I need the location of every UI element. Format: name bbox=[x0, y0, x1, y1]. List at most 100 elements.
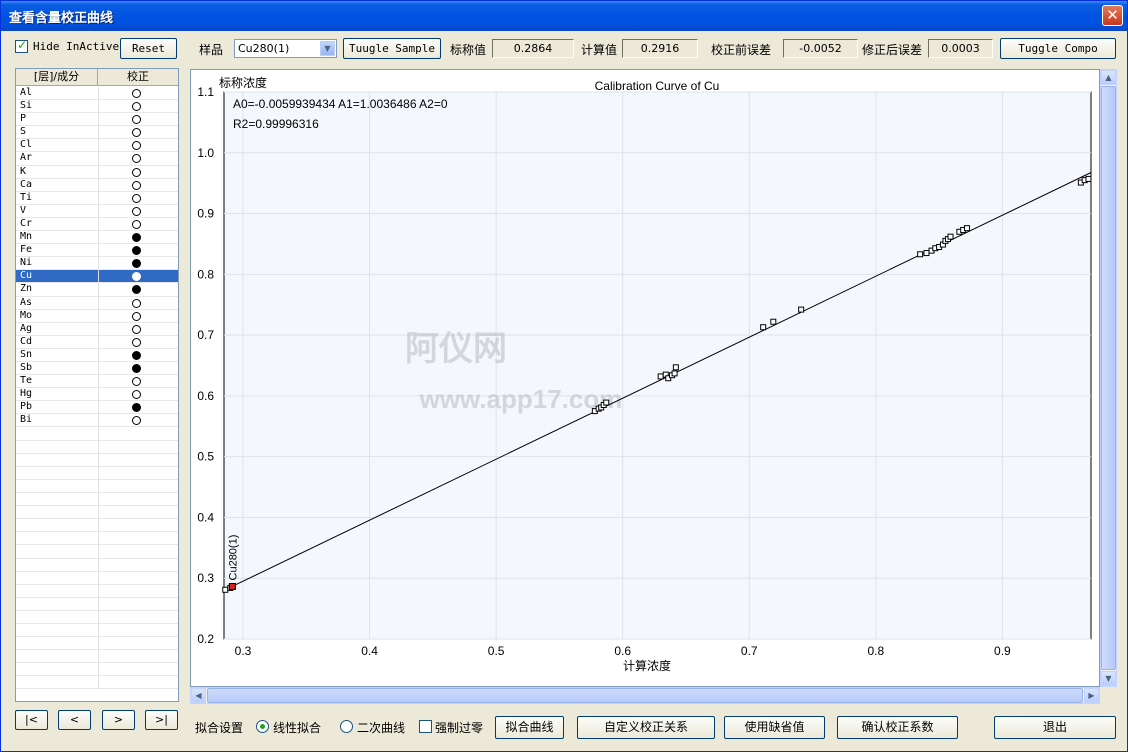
list-item[interactable]: S bbox=[16, 126, 178, 140]
tuggle-compo-button[interactable]: Tuggle Compo bbox=[1000, 38, 1116, 59]
list-item[interactable]: As bbox=[16, 296, 178, 310]
list-item[interactable]: Cr bbox=[16, 217, 178, 232]
empty-circle-icon[interactable] bbox=[132, 167, 141, 177]
list-item[interactable]: Ar bbox=[16, 152, 178, 166]
empty-row bbox=[16, 440, 178, 454]
scroll-right-icon[interactable]: ▶ bbox=[1084, 688, 1099, 703]
empty-circle-icon[interactable] bbox=[132, 193, 141, 203]
confirm-coefficients-button[interactable]: 确认校正系数 bbox=[837, 716, 958, 739]
list-item[interactable]: Cu bbox=[16, 270, 178, 284]
element-name: Hg bbox=[20, 388, 33, 400]
fit-curve-button[interactable]: 拟合曲线 bbox=[495, 716, 564, 739]
horizontal-scroll-thumb[interactable] bbox=[207, 688, 1083, 703]
empty-circle-icon[interactable] bbox=[132, 154, 141, 164]
column-divider bbox=[98, 610, 99, 624]
empty-circle-icon[interactable] bbox=[132, 180, 141, 190]
empty-row bbox=[16, 466, 178, 480]
list-item[interactable]: Si bbox=[16, 100, 178, 114]
list-item[interactable]: Cd bbox=[16, 335, 178, 349]
vertical-scrollbar[interactable]: ▲ ▼ bbox=[1100, 69, 1117, 687]
list-item[interactable]: Sb bbox=[16, 361, 178, 376]
list-item[interactable]: Ni bbox=[16, 257, 178, 271]
list-item[interactable]: Zn bbox=[16, 283, 178, 297]
vertical-scroll-thumb[interactable] bbox=[1101, 86, 1116, 670]
x-tick-label: 0.4 bbox=[361, 644, 378, 658]
filled-circle-icon[interactable] bbox=[132, 246, 141, 256]
list-item[interactable]: Te bbox=[16, 375, 178, 389]
force-zero-checkbox[interactable] bbox=[419, 720, 432, 733]
check-icon: ✓ bbox=[17, 38, 28, 52]
list-item[interactable]: Mn bbox=[16, 231, 178, 245]
horizontal-scrollbar[interactable]: ◀ ▶ bbox=[190, 687, 1100, 704]
filled-circle-icon[interactable] bbox=[132, 363, 141, 373]
list-item[interactable]: Cl bbox=[16, 139, 178, 153]
filled-circle-icon[interactable] bbox=[132, 350, 141, 360]
empty-circle-icon[interactable] bbox=[132, 141, 141, 151]
filled-circle-icon[interactable] bbox=[132, 272, 141, 282]
column-divider bbox=[98, 296, 99, 310]
title-bar[interactable]: 查看含量校正曲线 ✕ bbox=[1, 1, 1127, 31]
prev-button[interactable]: < bbox=[58, 710, 91, 730]
empty-circle-icon[interactable] bbox=[132, 89, 141, 98]
empty-circle-icon[interactable] bbox=[132, 324, 141, 334]
list-item[interactable]: Fe bbox=[16, 244, 178, 258]
empty-circle-icon[interactable] bbox=[132, 219, 141, 229]
element-name: Ni bbox=[20, 257, 33, 269]
list-item[interactable]: V bbox=[16, 204, 178, 218]
linear-fit-radio[interactable] bbox=[256, 720, 269, 733]
empty-circle-icon[interactable] bbox=[132, 390, 141, 400]
quadratic-fit-radio[interactable] bbox=[340, 720, 353, 733]
nominal-value: 0.2864 bbox=[492, 39, 574, 58]
empty-row bbox=[16, 650, 178, 664]
column-header-correct[interactable]: 校正 bbox=[98, 69, 178, 86]
chevron-down-icon[interactable]: ▼ bbox=[320, 41, 335, 56]
empty-circle-icon[interactable] bbox=[132, 102, 141, 112]
empty-circle-icon[interactable] bbox=[132, 298, 141, 308]
scroll-down-icon[interactable]: ▼ bbox=[1101, 671, 1116, 686]
scroll-up-icon[interactable]: ▲ bbox=[1101, 70, 1116, 85]
empty-circle-icon[interactable] bbox=[132, 337, 141, 347]
list-item[interactable]: Pb bbox=[16, 401, 178, 415]
list-item[interactable]: K bbox=[16, 165, 178, 179]
data-point bbox=[657, 373, 664, 380]
custom-correction-button[interactable]: 自定义校正关系 bbox=[577, 716, 715, 739]
empty-circle-icon[interactable] bbox=[132, 377, 141, 387]
list-item[interactable]: Ca bbox=[16, 178, 178, 192]
column-divider bbox=[98, 545, 99, 559]
last-button[interactable]: >| bbox=[145, 710, 178, 730]
element-name: Cd bbox=[20, 335, 33, 347]
use-default-button[interactable]: 使用缺省值 bbox=[724, 716, 825, 739]
tuggle-sample-button[interactable]: Tuugle Sample bbox=[343, 38, 441, 59]
list-item[interactable]: P bbox=[16, 113, 178, 127]
column-divider bbox=[98, 361, 99, 375]
list-item[interactable]: Sn bbox=[16, 348, 178, 362]
exit-button[interactable]: 退出 bbox=[994, 716, 1116, 739]
empty-circle-icon[interactable] bbox=[132, 416, 141, 426]
filled-circle-icon[interactable] bbox=[132, 233, 141, 243]
data-point bbox=[917, 251, 924, 258]
filled-circle-icon[interactable] bbox=[132, 285, 141, 295]
empty-circle-icon[interactable] bbox=[132, 128, 141, 138]
element-list[interactable]: [层]/成分 校正 Al Si P S Cl Ar K Ca Ti V Cr Mn Fe Ni Cu Zn As… bbox=[15, 68, 179, 702]
list-item[interactable]: Ag bbox=[16, 322, 178, 336]
filled-circle-icon[interactable] bbox=[132, 259, 141, 269]
hide-inactive-checkbox[interactable]: ✓ bbox=[15, 38, 28, 53]
list-item[interactable]: Hg bbox=[16, 388, 178, 402]
close-button[interactable]: ✕ bbox=[1102, 5, 1123, 26]
scroll-left-icon[interactable]: ◀ bbox=[191, 688, 206, 703]
column-header-layer[interactable]: [层]/成分 bbox=[16, 69, 98, 86]
filled-circle-icon[interactable] bbox=[132, 403, 141, 413]
list-item[interactable]: Al bbox=[16, 87, 178, 101]
empty-circle-icon[interactable] bbox=[132, 311, 141, 321]
empty-circle-icon[interactable] bbox=[132, 206, 141, 216]
sample-select[interactable]: Cu280(1) ▼ bbox=[234, 39, 337, 58]
list-item[interactable]: Mo bbox=[16, 309, 178, 323]
column-divider bbox=[98, 126, 99, 140]
column-divider bbox=[98, 231, 99, 245]
empty-circle-icon[interactable] bbox=[132, 115, 141, 125]
next-button[interactable]: > bbox=[102, 710, 135, 730]
list-item[interactable]: Ti bbox=[16, 191, 178, 205]
reset-button[interactable]: Reset bbox=[120, 38, 177, 59]
list-item[interactable]: Bi bbox=[16, 414, 178, 428]
first-button[interactable]: |< bbox=[15, 710, 48, 730]
